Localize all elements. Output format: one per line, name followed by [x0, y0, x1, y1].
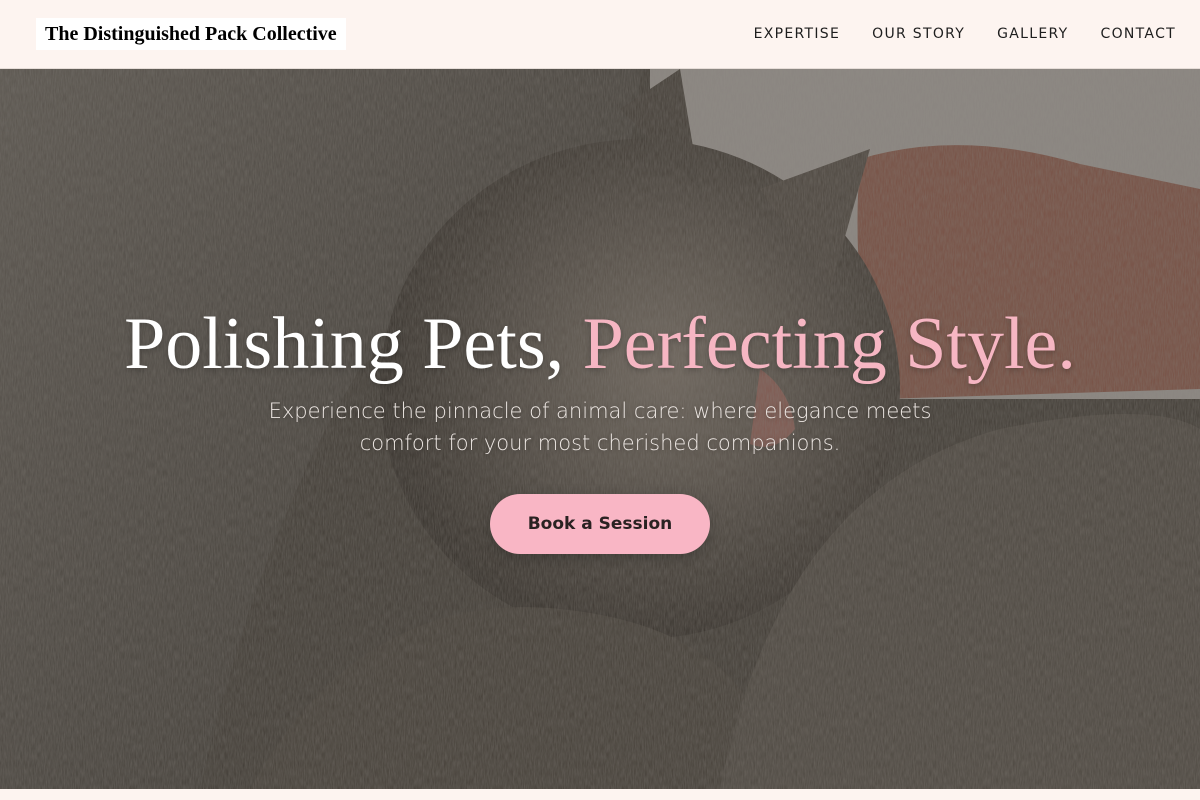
nav-link-contact[interactable]: CONTACT — [1101, 26, 1177, 42]
nav-link-expertise[interactable]: EXPERTISE — [754, 26, 841, 42]
hero-subtitle: Experience the pinnacle of animal care: … — [268, 399, 932, 455]
brand-logo[interactable]: The Distinguished Pack Collective — [36, 18, 346, 50]
hero-title-accent: Perfecting Style. — [582, 303, 1076, 385]
hero-section: Polishing Pets, Perfecting Style. Experi… — [0, 69, 1200, 789]
hero-title: Polishing Pets, Perfecting Style. — [124, 301, 1076, 387]
main-nav: EXPERTISE OUR STORY GALLERY CONTACT — [722, 26, 1176, 42]
top-navbar: The Distinguished Pack Collective EXPERT… — [0, 0, 1200, 69]
hero-title-main: Polishing Pets, — [124, 303, 583, 385]
nav-link-gallery[interactable]: GALLERY — [997, 26, 1068, 42]
book-session-button[interactable]: Book a Session — [490, 494, 710, 554]
hero-content: Polishing Pets, Perfecting Style. Experi… — [0, 69, 1200, 789]
page-bottom-strip — [0, 789, 1200, 800]
nav-link-our-story[interactable]: OUR STORY — [872, 26, 965, 42]
